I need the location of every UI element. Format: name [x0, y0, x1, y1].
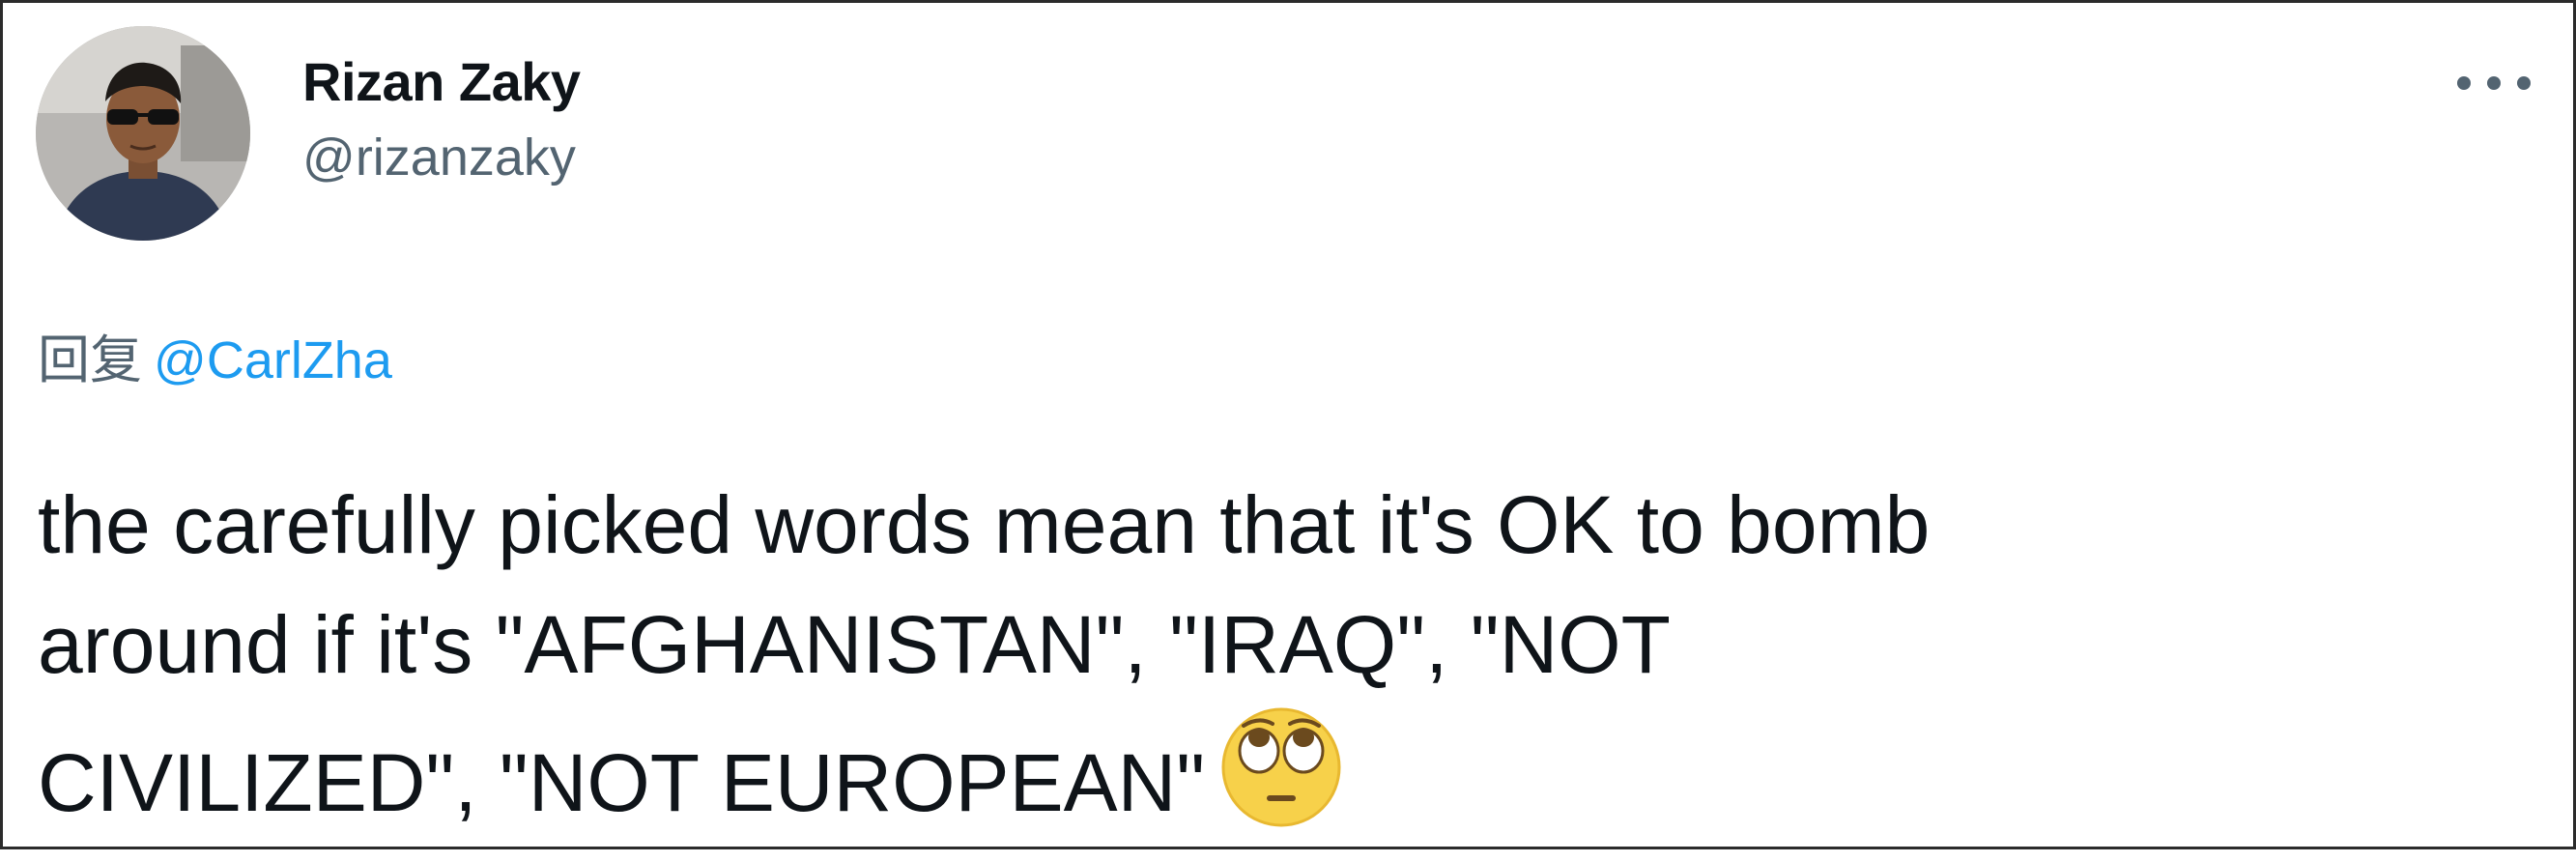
more-options-icon-dot	[2487, 76, 2501, 90]
tweet-text-line-2: around if it's "AFGHANISTAN", "IRAQ", "N…	[38, 599, 1671, 690]
tweet-text-line-1: the carefully picked words mean that it'…	[38, 479, 1931, 570]
tweet-text-line-3: CIVILIZED", "NOT EUROPEAN"	[38, 737, 1206, 828]
author-handle[interactable]: @rizanzaky	[302, 121, 581, 194]
avatar-photo	[36, 26, 250, 241]
reply-context: 回复 @CarlZha	[38, 317, 392, 404]
reply-target-link[interactable]: @CarlZha	[154, 331, 392, 389]
author-name[interactable]: Rizan Zaky	[302, 45, 581, 119]
more-options-button[interactable]	[2457, 61, 2531, 105]
more-options-icon-dot	[2517, 76, 2531, 90]
face-with-rolling-eyes-emoji	[1218, 704, 1344, 830]
author-block: Rizan Zaky @rizanzaky	[302, 45, 581, 194]
more-options-icon	[2457, 76, 2471, 90]
tweet-card: Rizan Zaky @rizanzaky 回复 @CarlZha the car…	[0, 0, 2576, 849]
reply-prefix: 回复	[38, 330, 142, 390]
avatar[interactable]	[36, 26, 250, 241]
tweet-text: the carefully picked words mean that it'…	[38, 465, 2511, 843]
